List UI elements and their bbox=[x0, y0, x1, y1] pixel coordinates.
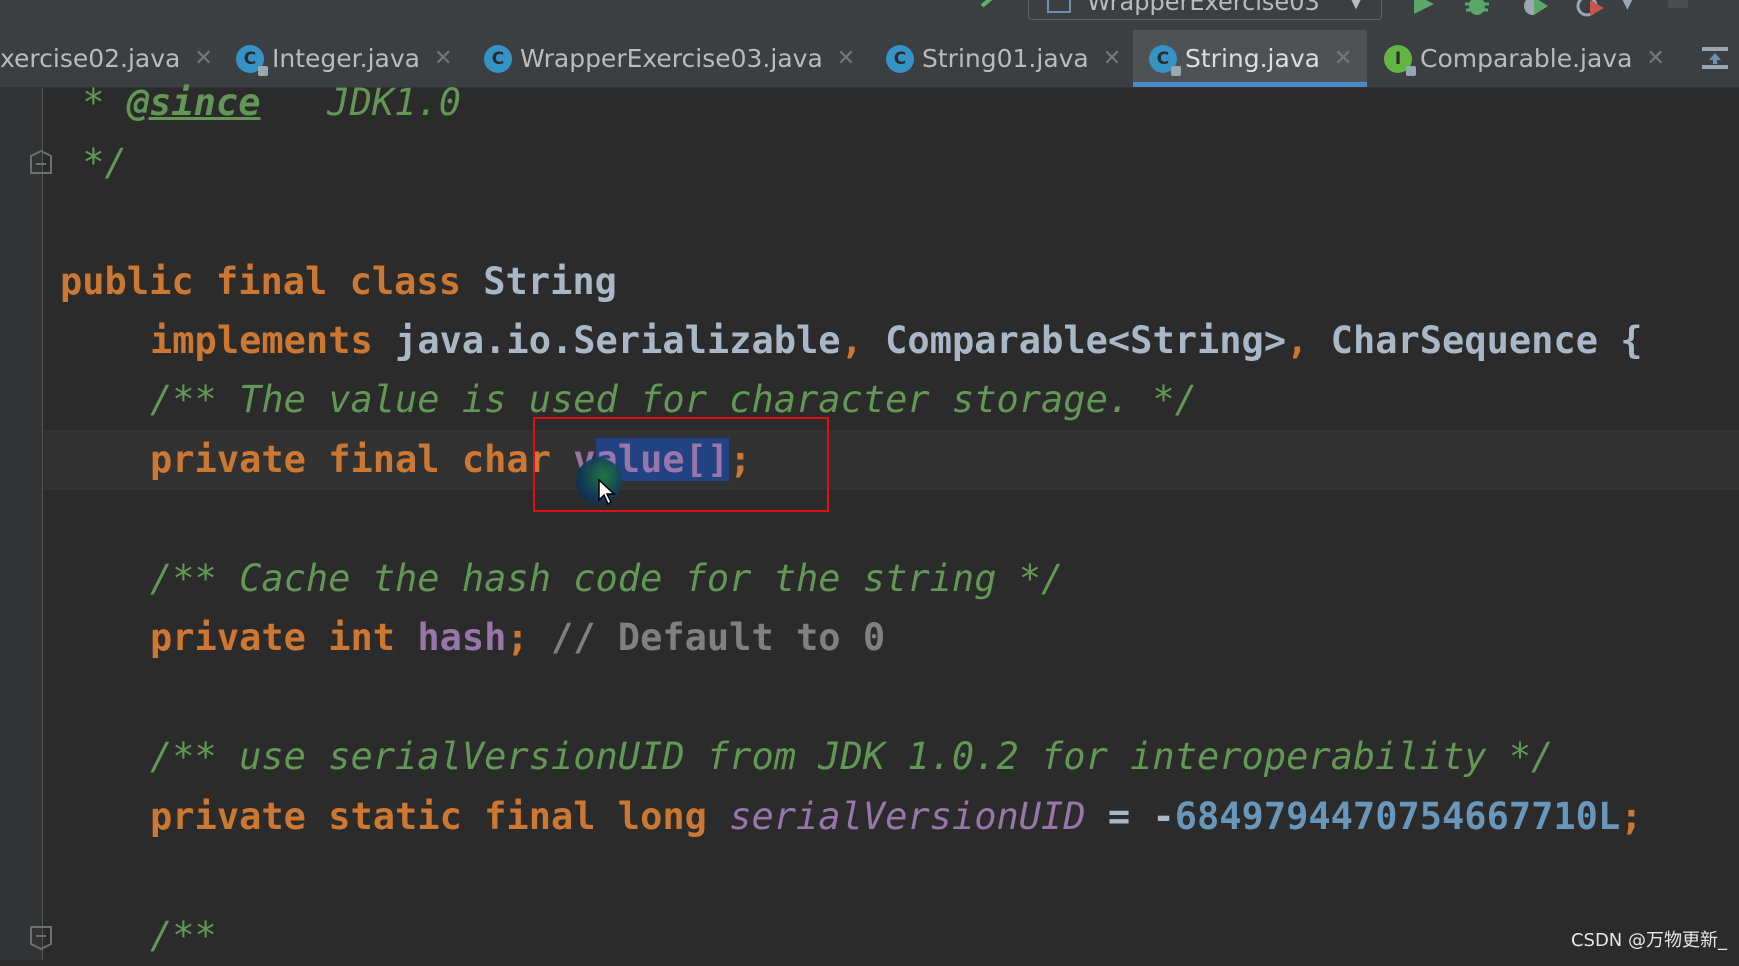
mouse-pointer-icon bbox=[598, 478, 616, 506]
close-icon[interactable]: ✕ bbox=[837, 46, 855, 71]
tab-label: String.java bbox=[1185, 44, 1320, 73]
watermark: CSDN @万物更新_ bbox=[1570, 930, 1727, 951]
operator: = - bbox=[1085, 795, 1175, 838]
code-line-hash-field: private int hash; // Default to 0 bbox=[150, 608, 885, 668]
comment-text: * bbox=[60, 81, 127, 124]
code-line-hash-comment: /** Cache the hash code for the string *… bbox=[150, 549, 1063, 609]
profile-dropdown-chevron-icon[interactable]: ▼ bbox=[1622, 0, 1633, 12]
punctuation: ; bbox=[1620, 795, 1643, 838]
punctuation: , bbox=[1286, 319, 1331, 362]
punctuation: ; bbox=[506, 616, 529, 659]
profile-icon[interactable] bbox=[1576, 0, 1606, 20]
keyword: private final char bbox=[150, 438, 574, 481]
run-configuration-selector[interactable]: WrapperExercise03 ▼ bbox=[1028, 0, 1382, 20]
punctuation: , bbox=[840, 319, 886, 362]
close-icon[interactable]: ✕ bbox=[1646, 46, 1664, 71]
javadoc-tag: @since bbox=[126, 81, 261, 124]
run-configuration-label: WrapperExercise03 bbox=[1087, 0, 1320, 16]
editor-gutter bbox=[0, 88, 42, 960]
tab-wrapperexercise03[interactable]: C WrapperExercise03.java ✕ bbox=[470, 30, 870, 87]
code-line-javadoc-since: * @since JDK1.0 bbox=[60, 73, 461, 133]
interface-icon: I bbox=[1384, 44, 1416, 76]
keyword: private static final long bbox=[150, 795, 730, 838]
back-arrow-icon[interactable] bbox=[972, 0, 1002, 20]
close-icon[interactable]: ✕ bbox=[1103, 46, 1121, 71]
type-name: CharSequence { bbox=[1330, 319, 1643, 362]
lock-icon bbox=[1171, 65, 1181, 76]
keyword: implements bbox=[150, 319, 396, 362]
debug-icon[interactable] bbox=[1462, 0, 1492, 20]
number-literal: 6849794470754667710L bbox=[1174, 795, 1621, 838]
tab-string01[interactable]: C String01.java ✕ bbox=[872, 30, 1132, 87]
type-name: Comparable<String> bbox=[885, 319, 1287, 362]
close-icon[interactable]: ✕ bbox=[194, 46, 212, 71]
annotation-highlight-box bbox=[533, 417, 829, 512]
tab-label: WrapperExercise03.java bbox=[520, 44, 823, 73]
chevron-down-icon: ▼ bbox=[1349, 0, 1363, 12]
class-name: String bbox=[483, 260, 617, 303]
class-icon: C bbox=[886, 44, 914, 73]
lock-icon bbox=[1406, 65, 1416, 76]
line-comment: // Default to 0 bbox=[528, 616, 886, 659]
class-icon: C bbox=[1149, 44, 1181, 76]
comment-text: /** The value is used for character stor… bbox=[150, 378, 1197, 421]
fold-collapse-icon[interactable] bbox=[29, 150, 53, 174]
close-icon[interactable]: ✕ bbox=[434, 46, 452, 71]
comment-text: /** Cache the hash code for the string *… bbox=[150, 557, 1064, 600]
run-icon[interactable] bbox=[1408, 0, 1438, 20]
keyword: private int bbox=[150, 616, 418, 659]
show-hidden-tabs-icon[interactable] bbox=[1700, 44, 1730, 72]
tab-label: Comparable.java bbox=[1420, 44, 1633, 73]
code-line-javadoc-start: /** bbox=[150, 906, 217, 966]
tab-label: String01.java bbox=[922, 44, 1089, 73]
class-icon: C bbox=[484, 44, 512, 73]
code-line-implements: implements java.io.Serializable, Compara… bbox=[150, 311, 1643, 371]
code-line-class-declaration: public final class String bbox=[60, 252, 617, 312]
tab-string[interactable]: C String.java ✕ bbox=[1133, 30, 1367, 87]
fold-expand-icon[interactable] bbox=[29, 926, 53, 950]
code-line-serial-comment: /** use serialVersionUID from JDK 1.0.2 … bbox=[150, 727, 1553, 787]
keyword: public final class bbox=[60, 260, 484, 303]
tab-label: xercise02.java bbox=[0, 44, 181, 73]
tab-comparable[interactable]: I Comparable.java ✕ bbox=[1370, 30, 1670, 87]
class-icon: C bbox=[236, 44, 268, 76]
comment-text: /** bbox=[150, 914, 217, 957]
main-toolbar: WrapperExercise03 ▼ ▼ bbox=[0, 0, 1739, 30]
run-with-coverage-icon[interactable] bbox=[1520, 0, 1550, 20]
field-name: serialVersionUID bbox=[729, 795, 1086, 838]
field-name: hash bbox=[417, 616, 507, 659]
close-icon[interactable]: ✕ bbox=[1334, 46, 1352, 71]
type-name: java.io.Serializable bbox=[395, 319, 841, 362]
comment-text: /** use serialVersionUID from JDK 1.0.2 … bbox=[150, 735, 1554, 778]
code-line-serial-field: private static final long serialVersionU… bbox=[150, 787, 1643, 847]
code-line-comment-end: */ bbox=[60, 133, 127, 193]
comment-text: */ bbox=[60, 141, 127, 184]
tab-label: Integer.java bbox=[272, 44, 420, 73]
gutter-divider bbox=[42, 88, 43, 960]
stop-icon[interactable] bbox=[1668, 0, 1688, 8]
run-config-icon bbox=[1047, 0, 1071, 13]
comment-text: JDK1.0 bbox=[260, 81, 461, 124]
